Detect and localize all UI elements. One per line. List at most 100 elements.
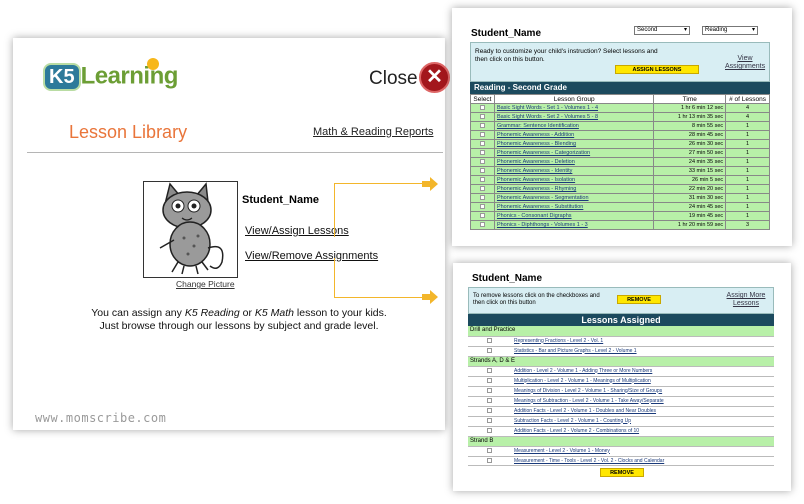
- select-cell[interactable]: [470, 112, 495, 122]
- select-cell[interactable]: [470, 139, 495, 149]
- close-icon[interactable]: ✕: [419, 62, 450, 93]
- lesson-group-link[interactable]: Phonemic Awareness - Rhyming: [493, 184, 655, 194]
- checkbox[interactable]: [479, 213, 485, 219]
- checkbox[interactable]: [486, 387, 492, 393]
- select-cell[interactable]: [468, 406, 510, 417]
- select-cell[interactable]: [468, 366, 510, 377]
- select-cell[interactable]: [470, 220, 495, 230]
- checkbox[interactable]: [486, 457, 492, 463]
- select-cell[interactable]: [470, 193, 495, 203]
- select-cell[interactable]: [468, 446, 510, 457]
- grade-select[interactable]: Second: [634, 26, 690, 35]
- select-cell[interactable]: [470, 175, 495, 185]
- lesson-group-link[interactable]: Phonics - Consonant Digraphs: [493, 211, 655, 221]
- reports-link[interactable]: Math & Reading Reports: [313, 126, 433, 138]
- close-label[interactable]: Close: [369, 68, 418, 90]
- lesson-group-link[interactable]: Phonemic Awareness - Addition: [493, 130, 655, 140]
- select-cell[interactable]: [470, 184, 495, 194]
- checkbox[interactable]: [479, 132, 485, 138]
- assigned-lesson-link[interactable]: Addition Facts - Level 2 - Volume 2 - Co…: [510, 426, 774, 437]
- checkbox[interactable]: [479, 114, 485, 120]
- lesson-group-link[interactable]: Phonemic Awareness - Segmentation: [493, 193, 655, 203]
- select-cell[interactable]: [470, 157, 495, 167]
- view-remove-assignments-link[interactable]: View/Remove Assignments: [245, 250, 378, 262]
- assigned-lesson-link[interactable]: Representing Fractions - Level 2 - Vol. …: [510, 336, 774, 347]
- assigned-lesson-link[interactable]: Meanings of Subtraction - Level 2 - Volu…: [510, 396, 774, 407]
- checkbox[interactable]: [479, 186, 485, 192]
- assigned-lesson-link[interactable]: Meanings of Division - Level 2 - Volume …: [510, 386, 774, 397]
- lesson-time: 1 hr 6 min 12 sec: [653, 103, 727, 113]
- section-title: Strand B: [468, 436, 774, 447]
- view-assignments-link[interactable]: View Assignments: [725, 55, 765, 71]
- assigned-lesson-link[interactable]: Multiplication - Level 2 - Volume 1 - Me…: [510, 376, 774, 387]
- select-cell[interactable]: [470, 211, 495, 221]
- lesson-count: 1: [725, 139, 770, 149]
- lesson-count: 4: [725, 103, 770, 113]
- select-cell[interactable]: [470, 103, 495, 113]
- checkbox[interactable]: [479, 123, 485, 129]
- checkbox[interactable]: [479, 159, 485, 165]
- checkbox[interactable]: [479, 141, 485, 147]
- select-cell[interactable]: [470, 121, 495, 131]
- assigned-lesson-link[interactable]: Addition Facts - Level 2 - Volume 1 - Do…: [510, 406, 774, 417]
- cat-icon: [159, 182, 224, 275]
- info-line-2: Just browse through our lessons by subje…: [99, 320, 379, 332]
- checkbox[interactable]: [479, 105, 485, 111]
- checkbox[interactable]: [486, 377, 492, 383]
- select-cell[interactable]: [468, 416, 510, 427]
- assigned-lesson-link[interactable]: Measurement - Level 2 - Volume 1 - Money: [510, 446, 774, 457]
- student-avatar[interactable]: [143, 181, 238, 278]
- checkbox[interactable]: [479, 204, 485, 210]
- assigned-lesson-link[interactable]: Subtraction Facts - Level 2 - Volume 1 -…: [510, 416, 774, 427]
- checkbox[interactable]: [479, 177, 485, 183]
- assign-more-lessons-link[interactable]: Assign More Lessons: [721, 292, 771, 308]
- lesson-group-link[interactable]: Phonemic Awareness - Identity: [493, 166, 655, 176]
- assign-lessons-button[interactable]: ASSIGN LESSONS: [615, 65, 699, 74]
- lesson-group-link[interactable]: Phonemic Awareness - Deletion: [493, 157, 655, 167]
- checkbox[interactable]: [486, 337, 492, 343]
- select-cell[interactable]: [468, 426, 510, 437]
- lesson-group-link[interactable]: Phonemic Awareness - Blending: [493, 139, 655, 149]
- checkbox[interactable]: [486, 397, 492, 403]
- select-cell[interactable]: [470, 148, 495, 158]
- checkbox[interactable]: [479, 222, 485, 228]
- lesson-group-link[interactable]: Basic Sight Words - Set 2 - Volumes 5 - …: [493, 112, 655, 122]
- select-cell[interactable]: [470, 166, 495, 176]
- select-cell[interactable]: [468, 396, 510, 407]
- remove-button[interactable]: REMOVE: [617, 295, 661, 304]
- checkbox[interactable]: [486, 367, 492, 373]
- lesson-group-link[interactable]: Phonemic Awareness - Categorization: [493, 148, 655, 158]
- select-cell[interactable]: [470, 130, 495, 140]
- instructions-box: Ready to customize your child's instruct…: [470, 42, 770, 82]
- change-picture-link[interactable]: Change Picture: [176, 279, 235, 289]
- table-row: Phonemic Awareness - Deletion 24 min 35 s…: [470, 157, 770, 167]
- select-cell[interactable]: [468, 346, 510, 357]
- checkbox[interactable]: [479, 150, 485, 156]
- lesson-group-link[interactable]: Phonemic Awareness - Isolation: [493, 175, 655, 185]
- assigned-lesson-link[interactable]: Addition - Level 2 - Volume 1 - Adding T…: [510, 366, 774, 377]
- checkbox[interactable]: [486, 447, 492, 453]
- select-cell[interactable]: [468, 376, 510, 387]
- table-row: Phonemic Awareness - Addition 28 min 45 s…: [470, 130, 770, 140]
- lesson-time: 33 min 15 sec: [653, 166, 727, 176]
- checkbox[interactable]: [479, 195, 485, 201]
- footer-remove-button[interactable]: REMOVE: [600, 468, 644, 477]
- lesson-group-link[interactable]: Basic Sight Words - Set 1 - Volumes 1 - …: [493, 103, 655, 113]
- checkbox[interactable]: [486, 417, 492, 423]
- lesson-count: 3: [725, 220, 770, 230]
- subject-select[interactable]: Reading: [702, 26, 758, 35]
- lesson-group-link[interactable]: Grammar: Sentence Identification: [493, 121, 655, 131]
- select-cell[interactable]: [470, 202, 495, 212]
- select-cell[interactable]: [468, 386, 510, 397]
- logo-learning: Learning: [80, 62, 179, 90]
- assigned-lesson-link[interactable]: Statistics - Bar and Picture Graphs - Le…: [510, 346, 774, 357]
- checkbox[interactable]: [486, 347, 492, 353]
- footer-bar: REMOVE: [468, 465, 774, 477]
- checkbox[interactable]: [486, 407, 492, 413]
- lesson-group-link[interactable]: Phonics - Diphthongs - Volumes 1 - 3: [493, 220, 655, 230]
- checkbox[interactable]: [479, 168, 485, 174]
- checkbox[interactable]: [486, 427, 492, 433]
- select-cell[interactable]: [468, 336, 510, 347]
- lesson-group-link[interactable]: Phonemic Awareness - Substitution: [493, 202, 655, 212]
- table-row: Grammar: Sentence Identification 8 min 55…: [470, 121, 770, 131]
